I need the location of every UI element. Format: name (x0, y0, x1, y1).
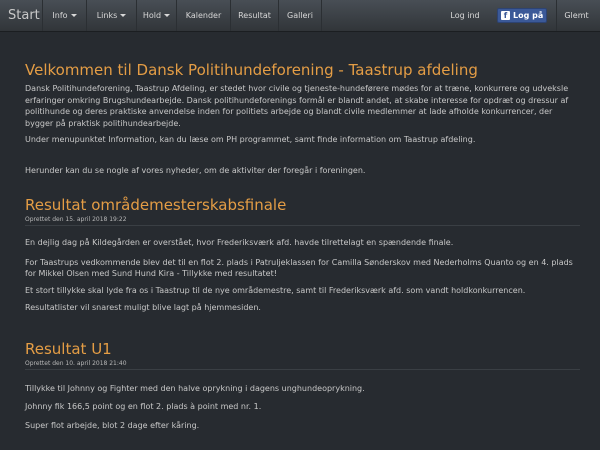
login-link[interactable]: Log ind (441, 0, 489, 31)
nav-galleri-label: Galleri (287, 11, 313, 20)
post-paragraph: For Taastrups vedkommende blev det til e… (25, 257, 573, 279)
post-paragraph: Super flot arbejde, blot 2 dage efter kå… (25, 420, 200, 430)
post-paragraph: Resultatlister vil snarest muligt blive … (25, 303, 261, 312)
nav-hold-label: Hold (142, 11, 162, 20)
nav-kalender-label: Kalender (185, 11, 222, 20)
nav-resultat-label: Resultat (238, 11, 271, 20)
post-meta: Oprettet den 15. april 2018 19:22 (25, 216, 127, 223)
welcome-intro-paragraph: Dansk Politihundeforening, Taastrup Afde… (25, 84, 569, 128)
welcome-info-paragraph: Under menupunktet Information, kan du læ… (25, 135, 476, 144)
facebook-icon: f (501, 11, 510, 20)
chevron-down-icon (70, 14, 77, 17)
post-paragraph: Tillykke til Johnny og Fighter med den h… (25, 383, 365, 393)
chevron-down-icon (164, 14, 171, 17)
nav-kalender[interactable]: Kalender (176, 0, 230, 31)
brand-link[interactable]: Start (8, 0, 40, 31)
post-title[interactable]: Resultat områdemesterskabsfinale (25, 195, 580, 215)
nav-resultat[interactable]: Resultat (230, 0, 278, 31)
facebook-login-button[interactable]: f Log på (497, 8, 547, 23)
post-paragraph: Et stort tillykke skal lyde fra os i Taa… (25, 285, 526, 295)
post-meta: Oprettet den 10. april 2018 21:40 (25, 359, 127, 367)
login-label: Log ind (450, 11, 480, 20)
nav-info[interactable]: Info (42, 0, 86, 31)
nav-links[interactable]: Links (86, 0, 136, 31)
post-title[interactable]: Resultat U1 (25, 339, 580, 359)
forgot-label: Glemt (564, 11, 589, 20)
facebook-login-label: Log på (513, 11, 544, 20)
chevron-down-icon (120, 14, 127, 17)
nav-links-label: Links (96, 11, 118, 20)
forgot-link[interactable]: Glemt (556, 0, 596, 31)
post-paragraph: En dejlig dag på Kildegården er overståe… (25, 238, 454, 247)
main-content: Velkommen til Dansk Politihundeforening … (25, 60, 580, 431)
top-navbar: Start Info Links Hold Kalender Resultat … (0, 0, 600, 32)
nav-galleri[interactable]: Galleri (278, 0, 322, 31)
page-title: Velkommen til Dansk Politihundeforening … (25, 61, 478, 79)
nav-hold[interactable]: Hold (136, 0, 176, 31)
welcome-news-paragraph: Herunder kan du se nogle af vores nyhede… (25, 165, 366, 175)
nav-info-label: Info (52, 11, 68, 20)
post-paragraph: Johnny fik 166,5 point og en flot 2. pla… (25, 402, 262, 411)
